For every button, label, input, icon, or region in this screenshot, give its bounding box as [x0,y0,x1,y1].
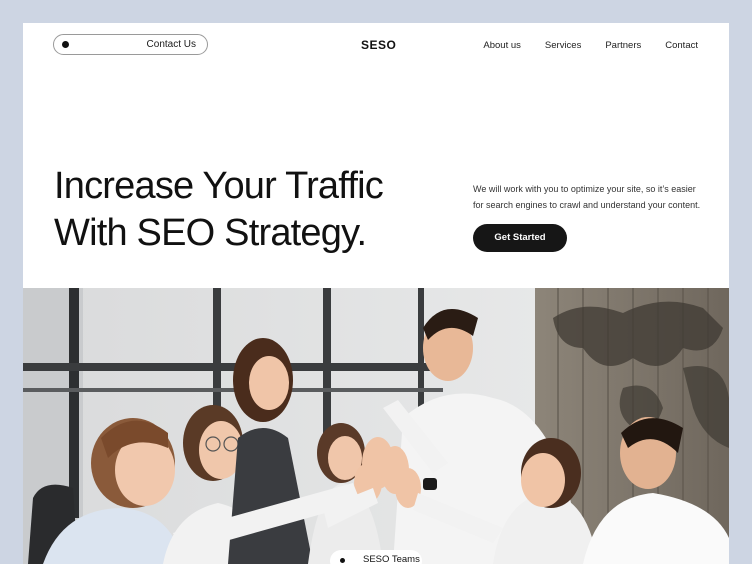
nav-links: About us Services Partners Contact [459,40,698,51]
contact-us-button[interactable]: Contact Us [53,34,208,55]
nav-link-about[interactable]: About us [483,40,521,51]
site-logo[interactable]: SESO [361,38,396,52]
hero-description: We will work with you to optimize your s… [473,181,713,213]
hero-description-line: We will work with you to optimize your s… [473,184,696,194]
dot-icon [340,558,345,563]
nav-link-contact[interactable]: Contact [665,40,698,51]
top-navigation: Contact Us SESO About us Services Partne… [23,23,729,69]
nav-link-partners[interactable]: Partners [605,40,641,51]
contact-us-label: Contact Us [146,39,196,50]
hero-title: Increase Your Traffic With SEO Strategy. [54,163,444,257]
hero-title-line: With SEO Strategy. [54,212,367,254]
get-started-button[interactable]: Get Started [473,224,567,252]
dot-icon [62,41,69,48]
nav-link-services[interactable]: Services [545,40,581,51]
seso-teams-badge[interactable]: SESO Teams [330,550,422,564]
seso-teams-label: SESO Teams [363,554,420,564]
landing-card: Contact Us SESO About us Services Partne… [23,23,729,564]
team-photo: SESO Teams [23,288,729,564]
hero-description-line: for search engines to crawl and understa… [473,200,701,210]
team-photo-illustration [23,288,729,564]
hero-title-line: Increase Your Traffic [54,165,384,207]
